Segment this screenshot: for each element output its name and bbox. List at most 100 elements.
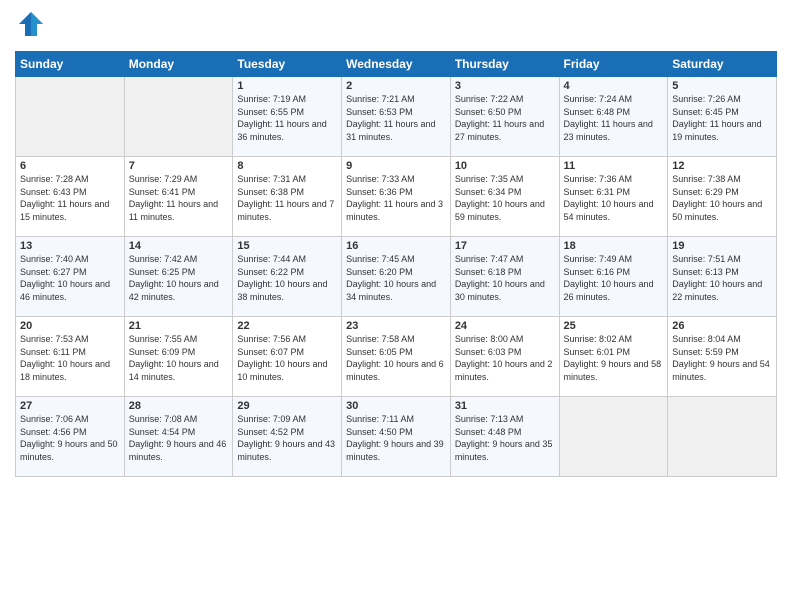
day-info: Sunrise: 7:49 AM Sunset: 6:16 PM Dayligh… [564,253,664,303]
day-info: Sunrise: 7:06 AM Sunset: 4:56 PM Dayligh… [20,413,120,463]
day-info: Sunrise: 7:38 AM Sunset: 6:29 PM Dayligh… [672,173,772,223]
day-cell: 23Sunrise: 7:58 AM Sunset: 6:05 PM Dayli… [342,317,451,397]
week-row-4: 20Sunrise: 7:53 AM Sunset: 6:11 PM Dayli… [16,317,777,397]
day-cell: 30Sunrise: 7:11 AM Sunset: 4:50 PM Dayli… [342,397,451,477]
day-cell: 17Sunrise: 7:47 AM Sunset: 6:18 PM Dayli… [450,237,559,317]
day-number: 25 [564,320,664,332]
day-number: 14 [129,240,229,252]
day-info: Sunrise: 7:47 AM Sunset: 6:18 PM Dayligh… [455,253,555,303]
day-number: 11 [564,160,664,172]
day-info: Sunrise: 7:24 AM Sunset: 6:48 PM Dayligh… [564,93,664,143]
day-number: 21 [129,320,229,332]
day-cell: 19Sunrise: 7:51 AM Sunset: 6:13 PM Dayli… [668,237,777,317]
day-cell: 29Sunrise: 7:09 AM Sunset: 4:52 PM Dayli… [233,397,342,477]
day-info: Sunrise: 8:00 AM Sunset: 6:03 PM Dayligh… [455,333,555,383]
day-cell: 27Sunrise: 7:06 AM Sunset: 4:56 PM Dayli… [16,397,125,477]
day-cell: 31Sunrise: 7:13 AM Sunset: 4:48 PM Dayli… [450,397,559,477]
day-cell: 6Sunrise: 7:28 AM Sunset: 6:43 PM Daylig… [16,157,125,237]
day-info: Sunrise: 7:11 AM Sunset: 4:50 PM Dayligh… [346,413,446,463]
day-number: 12 [672,160,772,172]
day-cell: 11Sunrise: 7:36 AM Sunset: 6:31 PM Dayli… [559,157,668,237]
day-number: 29 [237,400,337,412]
day-number: 7 [129,160,229,172]
day-number: 18 [564,240,664,252]
day-info: Sunrise: 7:35 AM Sunset: 6:34 PM Dayligh… [455,173,555,223]
day-number: 13 [20,240,120,252]
day-cell: 5Sunrise: 7:26 AM Sunset: 6:45 PM Daylig… [668,77,777,157]
day-cell [16,77,125,157]
col-header-sunday: Sunday [16,52,125,77]
week-row-3: 13Sunrise: 7:40 AM Sunset: 6:27 PM Dayli… [16,237,777,317]
col-header-wednesday: Wednesday [342,52,451,77]
day-number: 15 [237,240,337,252]
logo-text [15,10,45,43]
header [15,10,777,43]
day-info: Sunrise: 7:58 AM Sunset: 6:05 PM Dayligh… [346,333,446,383]
day-info: Sunrise: 7:08 AM Sunset: 4:54 PM Dayligh… [129,413,229,463]
day-number: 9 [346,160,446,172]
calendar-page: SundayMondayTuesdayWednesdayThursdayFrid… [0,0,792,612]
day-cell: 12Sunrise: 7:38 AM Sunset: 6:29 PM Dayli… [668,157,777,237]
col-header-friday: Friday [559,52,668,77]
day-cell: 25Sunrise: 8:02 AM Sunset: 6:01 PM Dayli… [559,317,668,397]
day-cell: 8Sunrise: 7:31 AM Sunset: 6:38 PM Daylig… [233,157,342,237]
week-row-1: 1Sunrise: 7:19 AM Sunset: 6:55 PM Daylig… [16,77,777,157]
day-cell: 9Sunrise: 7:33 AM Sunset: 6:36 PM Daylig… [342,157,451,237]
day-info: Sunrise: 7:53 AM Sunset: 6:11 PM Dayligh… [20,333,120,383]
day-number: 8 [237,160,337,172]
day-info: Sunrise: 7:28 AM Sunset: 6:43 PM Dayligh… [20,173,120,223]
day-cell [124,77,233,157]
day-number: 6 [20,160,120,172]
day-cell: 16Sunrise: 7:45 AM Sunset: 6:20 PM Dayli… [342,237,451,317]
day-cell: 2Sunrise: 7:21 AM Sunset: 6:53 PM Daylig… [342,77,451,157]
day-cell: 4Sunrise: 7:24 AM Sunset: 6:48 PM Daylig… [559,77,668,157]
week-row-5: 27Sunrise: 7:06 AM Sunset: 4:56 PM Dayli… [16,397,777,477]
day-info: Sunrise: 7:26 AM Sunset: 6:45 PM Dayligh… [672,93,772,143]
day-info: Sunrise: 7:44 AM Sunset: 6:22 PM Dayligh… [237,253,337,303]
day-cell [668,397,777,477]
day-info: Sunrise: 7:56 AM Sunset: 6:07 PM Dayligh… [237,333,337,383]
day-number: 22 [237,320,337,332]
day-info: Sunrise: 7:51 AM Sunset: 6:13 PM Dayligh… [672,253,772,303]
day-info: Sunrise: 7:21 AM Sunset: 6:53 PM Dayligh… [346,93,446,143]
day-info: Sunrise: 7:45 AM Sunset: 6:20 PM Dayligh… [346,253,446,303]
col-header-tuesday: Tuesday [233,52,342,77]
day-number: 3 [455,80,555,92]
day-cell: 14Sunrise: 7:42 AM Sunset: 6:25 PM Dayli… [124,237,233,317]
week-row-2: 6Sunrise: 7:28 AM Sunset: 6:43 PM Daylig… [16,157,777,237]
day-cell: 7Sunrise: 7:29 AM Sunset: 6:41 PM Daylig… [124,157,233,237]
day-number: 31 [455,400,555,412]
day-cell: 22Sunrise: 7:56 AM Sunset: 6:07 PM Dayli… [233,317,342,397]
day-cell [559,397,668,477]
day-cell: 21Sunrise: 7:55 AM Sunset: 6:09 PM Dayli… [124,317,233,397]
col-header-saturday: Saturday [668,52,777,77]
logo-icon [17,10,45,38]
col-header-monday: Monday [124,52,233,77]
day-cell: 10Sunrise: 7:35 AM Sunset: 6:34 PM Dayli… [450,157,559,237]
day-cell: 1Sunrise: 7:19 AM Sunset: 6:55 PM Daylig… [233,77,342,157]
day-info: Sunrise: 7:42 AM Sunset: 6:25 PM Dayligh… [129,253,229,303]
day-info: Sunrise: 7:29 AM Sunset: 6:41 PM Dayligh… [129,173,229,223]
day-cell: 13Sunrise: 7:40 AM Sunset: 6:27 PM Dayli… [16,237,125,317]
day-info: Sunrise: 7:09 AM Sunset: 4:52 PM Dayligh… [237,413,337,463]
day-info: Sunrise: 8:02 AM Sunset: 6:01 PM Dayligh… [564,333,664,383]
day-info: Sunrise: 7:13 AM Sunset: 4:48 PM Dayligh… [455,413,555,463]
col-header-thursday: Thursday [450,52,559,77]
day-number: 16 [346,240,446,252]
day-cell: 20Sunrise: 7:53 AM Sunset: 6:11 PM Dayli… [16,317,125,397]
day-number: 4 [564,80,664,92]
day-number: 23 [346,320,446,332]
day-number: 20 [20,320,120,332]
day-cell: 3Sunrise: 7:22 AM Sunset: 6:50 PM Daylig… [450,77,559,157]
day-cell: 26Sunrise: 8:04 AM Sunset: 5:59 PM Dayli… [668,317,777,397]
day-cell: 28Sunrise: 7:08 AM Sunset: 4:54 PM Dayli… [124,397,233,477]
day-number: 27 [20,400,120,412]
day-number: 5 [672,80,772,92]
day-number: 30 [346,400,446,412]
day-info: Sunrise: 7:33 AM Sunset: 6:36 PM Dayligh… [346,173,446,223]
day-cell: 15Sunrise: 7:44 AM Sunset: 6:22 PM Dayli… [233,237,342,317]
day-number: 1 [237,80,337,92]
day-number: 10 [455,160,555,172]
day-info: Sunrise: 7:31 AM Sunset: 6:38 PM Dayligh… [237,173,337,223]
logo [15,10,45,43]
